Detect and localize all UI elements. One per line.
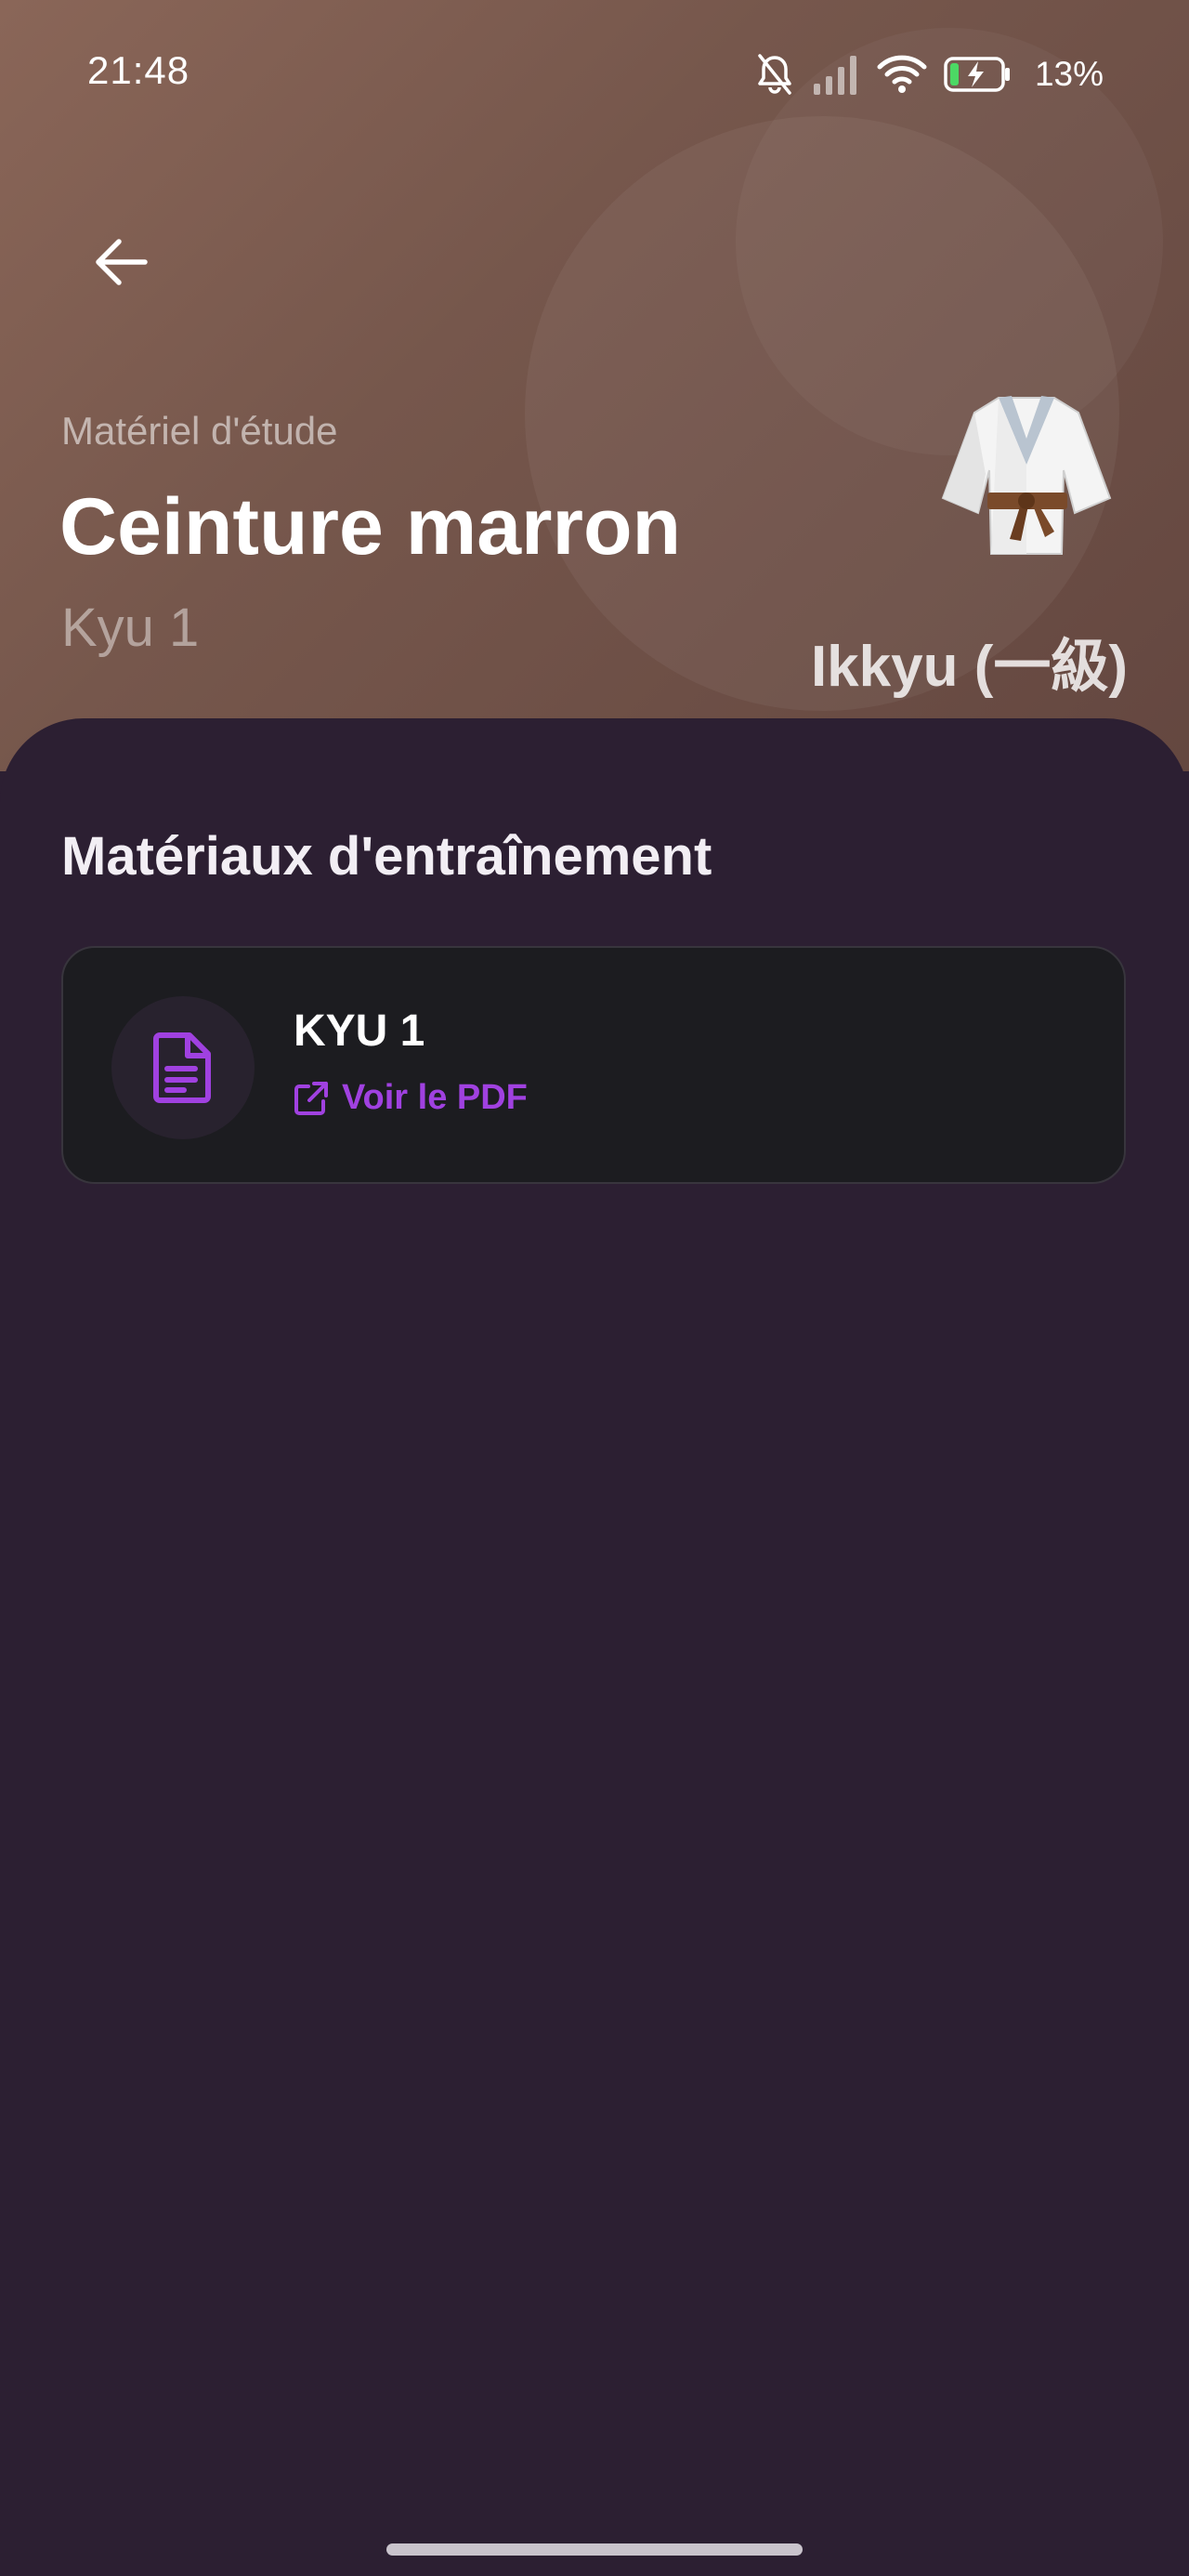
status-bar: 21:48 13% (0, 0, 1189, 153)
status-icons: 13% (754, 48, 1104, 100)
level-label: Kyu 1 (61, 598, 200, 658)
back-button[interactable] (82, 223, 160, 301)
battery-charging-icon (944, 56, 1013, 93)
page-title: Ceinture marron (59, 482, 682, 572)
status-time: 21:48 (87, 48, 190, 92)
content-panel: Matériaux d'entraînement KYU 1 Voir le P… (0, 718, 1189, 2576)
signal-icon (812, 54, 860, 95)
arrow-left-icon (96, 239, 148, 285)
external-link-icon (294, 1081, 328, 1115)
martial-arts-uniform-icon (934, 388, 1119, 565)
wifi-icon (877, 54, 927, 95)
view-pdf-label: Voir le PDF (342, 1078, 528, 1117)
material-card[interactable]: KYU 1 Voir le PDF (61, 946, 1126, 1184)
battery-percentage: 13% (1034, 55, 1104, 93)
home-indicator[interactable] (386, 2543, 803, 2556)
header: 21:48 13% Matériel d'étude Ceinture marr… (0, 0, 1189, 771)
japanese-rank-name: Ikkyu (一級) (810, 635, 1128, 699)
document-icon-container (111, 996, 255, 1139)
page-subtitle: Matériel d'étude (61, 409, 338, 453)
material-title: KYU 1 (294, 1006, 425, 1056)
view-pdf-link[interactable]: Voir le PDF (294, 1078, 528, 1118)
section-title: Matériaux d'entraînement (61, 826, 712, 887)
bell-off-icon (754, 52, 795, 97)
document-icon (153, 1032, 211, 1103)
